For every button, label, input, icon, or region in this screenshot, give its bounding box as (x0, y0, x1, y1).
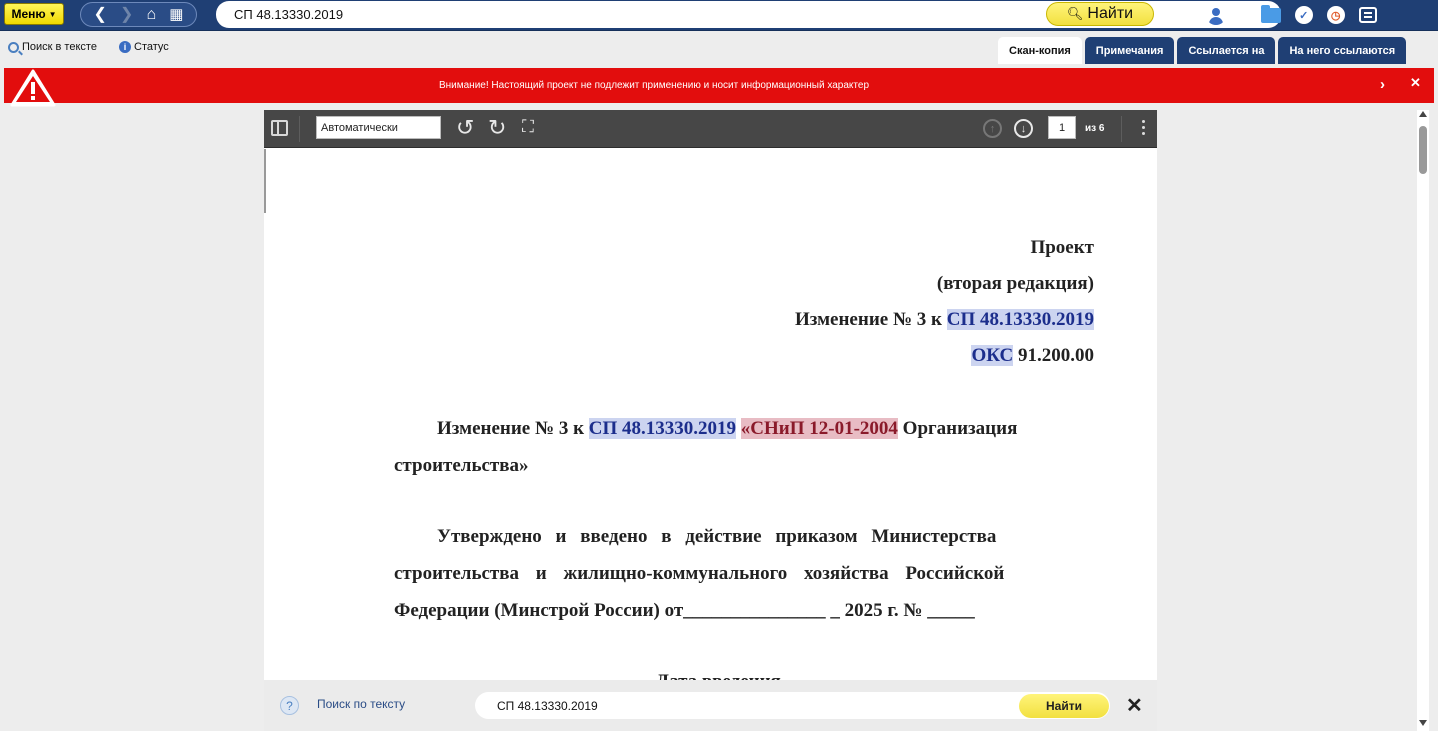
back-icon[interactable]: ❮ (94, 6, 107, 23)
doc-title-rest: Организация (897, 418, 1018, 439)
doc-approved-line3: Федерации (Минстрой России) от__________… (394, 600, 975, 621)
doc-change-ref-link[interactable]: СП 48.13330.2019 (946, 309, 1094, 330)
top-icons: 460 ✓ ◷ (1172, 0, 1377, 30)
magnifier-icon (8, 41, 19, 53)
tab-scan-copy[interactable]: Скан-копия (998, 37, 1082, 64)
info-icon: i (119, 41, 131, 53)
doc-title-sp-link[interactable]: СП 48.13330.2019 (588, 418, 737, 439)
rotate-left-icon[interactable]: ↺ (456, 117, 474, 139)
page-number-input[interactable]: 1 (1048, 116, 1076, 139)
doc-oks-code: 91.200.00 (1013, 345, 1094, 366)
navigation-group: ❮ ❯ ⌂ ▦ (80, 2, 197, 27)
pdf-viewer: Автоматически ↺ ↻ ⛶ ↑ ↓ 1 из 6 Проект (в… (264, 110, 1157, 731)
document-title: СП 48.13330.2019 (234, 7, 344, 22)
close-search-icon[interactable]: ✕ (1126, 693, 1143, 718)
document-tabs: Скан-копия Примечания Ссылается на На не… (998, 37, 1407, 64)
forward-icon[interactable]: ❯ (120, 6, 133, 23)
toolbar-separator (1121, 116, 1122, 142)
folder-icon[interactable] (1260, 4, 1281, 23)
status-label: Статус (134, 41, 169, 53)
current-page: 1 (1058, 121, 1066, 134)
top-bar: Меню ▼ ❮ ❯ ⌂ ▦ СП 48.13330.2019 🔍︎ Найти… (0, 0, 1438, 31)
doc-oks-link[interactable]: ОКС (971, 345, 1014, 366)
hamburger-icon[interactable] (1172, 8, 1192, 22)
chat-icon[interactable] (1358, 7, 1377, 23)
more-options-icon[interactable] (1142, 120, 1145, 123)
user-count: 460 (1230, 9, 1247, 21)
page-total: из 6 (1085, 123, 1105, 134)
toolbar-separator (299, 116, 300, 142)
search-in-text-label: Поиск в тексте (22, 41, 97, 53)
tab-referenced-by[interactable]: На него ссылаются (1278, 37, 1407, 64)
search-in-text-link[interactable]: Поиск в тексте (8, 41, 97, 53)
menu-button[interactable]: Меню ▼ (4, 3, 64, 25)
grid-icon[interactable]: ▦ (169, 7, 183, 22)
scroll-up-icon[interactable] (1419, 111, 1427, 117)
search-label: Поиск по тексту (317, 697, 406, 711)
find-label: Найти (1087, 5, 1134, 22)
zoom-select[interactable]: Автоматически (316, 116, 441, 139)
sidebar-toggle-icon[interactable] (271, 120, 288, 136)
doc-edition: (вторая редакция) (936, 273, 1094, 294)
caret-down-icon: ▼ (48, 9, 57, 19)
find-button[interactable]: 🔍︎ Найти (1046, 2, 1154, 26)
viewer-toolbar: Автоматически ↺ ↻ ⛶ ↑ ↓ 1 из 6 (264, 110, 1157, 148)
checkmark-icon[interactable]: ✓ (1294, 6, 1313, 24)
search-query: СП 48.13330.2019 (497, 698, 598, 713)
next-page-icon[interactable]: ↓ (1014, 119, 1033, 138)
prev-page-icon[interactable]: ↑ (983, 119, 1002, 138)
next-arrow-icon[interactable]: › (1380, 76, 1385, 93)
doc-project: Проект (1030, 237, 1094, 258)
text-search-bar: ? Поиск по тексту СП 48.13330.2019 Найти… (264, 680, 1157, 731)
doc-title-snip-link[interactable]: «СНиП 12-01-2004 (740, 418, 898, 439)
doc-change-prefix: Изменение № 3 к (794, 309, 947, 330)
doc-oks-line: ОКС 91.200.00 (394, 338, 1094, 374)
doc-title-line2: строительства» (394, 455, 529, 476)
rotate-right-icon[interactable]: ↻ (488, 117, 506, 139)
doc-title-prefix: Изменение № 3 к (437, 418, 589, 439)
sub-toolbar: Поиск в тексте i Статус Скан-копия Приме… (0, 31, 1438, 64)
search-icon: 🔍︎ (1066, 6, 1084, 21)
zoom-value: Автоматически (321, 121, 398, 134)
stopwatch-icon[interactable]: ◷ (1326, 6, 1345, 24)
search-find-button[interactable]: Найти (1019, 694, 1109, 718)
warning-text: Внимание! Настоящий проект не подлежит п… (438, 80, 870, 91)
document-page: Проект (вторая редакция) Изменение № 3 к… (394, 230, 1094, 700)
fullscreen-icon[interactable]: ⛶ (522, 118, 534, 135)
help-icon[interactable]: ? (280, 696, 299, 715)
doc-approved-line1: Утверждено и введено в действие приказом… (394, 518, 1094, 555)
doc-title: Изменение № 3 к СП 48.13330.2019 «СНиП 1… (394, 410, 1094, 447)
scroll-thumb[interactable] (1419, 126, 1427, 174)
search-input[interactable]: СП 48.13330.2019 (475, 692, 1110, 719)
vertical-scrollbar[interactable] (1417, 110, 1429, 731)
doc-approved-line2: строительства и жилищно-коммунального хо… (394, 563, 1005, 584)
menu-label: Меню (11, 7, 46, 21)
tab-references[interactable]: Ссылается на (1177, 37, 1276, 64)
warning-banner: Внимание! Настоящий проект не подлежит п… (4, 68, 1434, 107)
user-icon[interactable] (1206, 5, 1226, 25)
tab-notes[interactable]: Примечания (1084, 37, 1175, 64)
home-icon[interactable]: ⌂ (147, 6, 157, 23)
page-edge (264, 149, 266, 213)
close-icon[interactable]: ✕ (1410, 75, 1421, 91)
scroll-down-icon[interactable] (1419, 720, 1427, 726)
doc-approved-line1-text: Утверждено и введено в действие приказом… (437, 526, 997, 547)
status-link[interactable]: i Статус (119, 41, 169, 53)
doc-change-line: Изменение № 3 к СП 48.13330.2019 (394, 302, 1094, 338)
